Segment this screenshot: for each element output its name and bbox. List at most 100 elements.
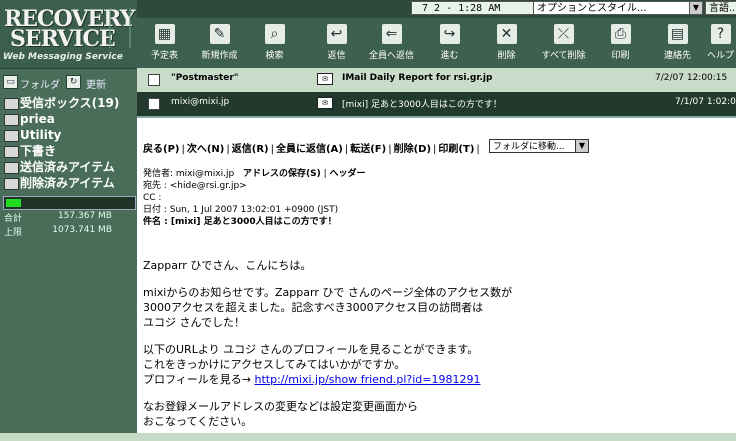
options-style-select[interactable]: オプションとスタイル... ▼: [533, 1, 703, 15]
contacts-button[interactable]: ▤ 連絡先: [650, 21, 705, 66]
quota-bar: [3, 196, 136, 210]
folder-item-inbox[interactable]: 受信ボックス(19): [0, 95, 137, 111]
toolbar-label: 進む: [440, 51, 459, 61]
message-row-selected[interactable]: mixi@mixi.jp ✉ [mixi] 足あと3000人目はこの方です！ 7…: [137, 92, 736, 118]
message-header: 発信者: mixi@mixi.jp アドレスの保存(S) | ヘッダー 宛先 :…: [143, 168, 366, 228]
reply-all-icon: ⇐: [381, 24, 402, 44]
logo: RECOVERY SERVICE Web Messaging Service: [0, 0, 137, 69]
trash-icon: [4, 178, 19, 190]
message-from: mixi@mixi.jp: [171, 97, 230, 107]
folder-item-drafts[interactable]: 下書き: [0, 143, 137, 159]
next-link[interactable]: 次へ(N): [187, 144, 225, 155]
body-line: おこなってください。: [143, 415, 253, 428]
body-line: 以下のURLより ユコジ さんのプロフィールを見ることができます。: [143, 343, 479, 356]
print-link[interactable]: 印刷(T): [438, 144, 474, 155]
refresh-button[interactable]: 更新: [86, 76, 106, 91]
body-greeting: Zapparr ひでさん、こんにちは。: [143, 259, 312, 272]
help-icon: ?: [710, 24, 731, 44]
folder-list: 受信ボックス(19) priea Utility 下書き 送信済みアイテム 削除…: [0, 95, 137, 191]
refresh-icon[interactable]: ↻: [66, 75, 81, 89]
move-to-folder-select[interactable]: フォルダに移動... ▼: [489, 139, 589, 153]
save-address-link[interactable]: アドレスの保存(S): [243, 169, 321, 179]
header-link[interactable]: ヘッダー: [330, 169, 366, 179]
language-button[interactable]: 言語...: [705, 1, 736, 15]
folder-item-label: Utility: [20, 128, 62, 142]
message-date: 7/2/07 12:00:15: [655, 73, 728, 83]
draft-icon: [4, 146, 19, 158]
delete-all-icon: ⤫: [553, 24, 574, 44]
main-toolbar: ▦ 予定表 ✎ 新規作成 ⌕ 検索 ↩ 返信 ⇐ 全員へ返信 ↪ 進む ✕ 削除…: [137, 18, 736, 69]
chevron-down-icon[interactable]: ▼: [575, 140, 588, 152]
delete-link[interactable]: 削除(D): [394, 144, 431, 155]
quota-limit-value: 1073.741 MB: [52, 225, 112, 235]
body-line: プロフィールを見る→: [143, 373, 255, 386]
body-line: これをきっかけにアクセスしてみてはいかがですか。: [143, 358, 406, 371]
header-from-row: 発信者: mixi@mixi.jp アドレスの保存(S) | ヘッダー: [143, 169, 366, 179]
toolbar-label: 全員へ返信: [368, 51, 414, 61]
message-checkbox[interactable]: [148, 74, 160, 86]
profile-link[interactable]: http://mixi.jp/show friend.pl?id=1981291: [255, 373, 481, 386]
quota-total: 合計 157.367 MB: [4, 211, 132, 225]
folder-item-sent[interactable]: 送信済みアイテム: [0, 159, 137, 175]
new-mail-button[interactable]: ✎ 新規作成: [192, 21, 247, 66]
left-pane: RECOVERY SERVICE Web Messaging Service ▭…: [0, 0, 137, 433]
reply-link[interactable]: 返信(R): [232, 144, 269, 155]
options-style-value: オプションとスタイル...: [537, 3, 647, 14]
toolbar-label: 返信: [327, 51, 346, 61]
inbox-folder-icon: [4, 98, 19, 110]
reply-button[interactable]: ↩ 返信: [309, 21, 364, 66]
folder-item-utility[interactable]: Utility: [0, 127, 137, 143]
folder-icon: ▭: [3, 75, 18, 89]
folder-item-priea[interactable]: priea: [0, 111, 137, 127]
calendar-button[interactable]: ▦ 予定表: [137, 21, 192, 66]
forward-button[interactable]: ↪ 進む: [422, 21, 477, 66]
forward-icon: ↪: [439, 24, 460, 44]
message-from: "Postmaster": [171, 73, 239, 83]
quota-total-value: 157.367 MB: [57, 211, 112, 221]
contacts-icon: ▤: [667, 24, 688, 44]
message-list: "Postmaster" ✉ IMail Daily Report for rs…: [137, 68, 736, 118]
help-button[interactable]: ? ヘルプ: [705, 21, 736, 66]
message-row[interactable]: "Postmaster" ✉ IMail Daily Report for rs…: [137, 68, 736, 92]
quota-total-label: 合計: [4, 214, 23, 224]
delete-button[interactable]: ✕ 削除: [479, 21, 534, 66]
back-link[interactable]: 戻る(P): [143, 144, 179, 155]
message-date: 7/1/07 1:02:0: [675, 97, 736, 107]
print-icon: ⎙: [610, 24, 631, 44]
folder-icon: [4, 130, 19, 142]
reply-all-button[interactable]: ⇐ 全員へ返信: [364, 21, 419, 66]
clock-display: 7 2 - 1:28 AM: [411, 1, 537, 15]
body-line: ユコジ さんでした！: [143, 316, 245, 329]
print-button[interactable]: ⎙ 印刷: [593, 21, 648, 66]
logo-line2: SERVICE: [10, 26, 116, 52]
toolbar-label: 連絡先: [663, 51, 691, 61]
sent-icon: [4, 162, 19, 174]
search-button[interactable]: ⌕ 検索: [247, 21, 302, 66]
forward-link[interactable]: 転送(F): [350, 144, 386, 155]
folder-item-label: 削除済みアイテム: [20, 176, 115, 190]
message-checkbox[interactable]: [148, 98, 160, 110]
toolbar-label: ヘルプ: [706, 51, 734, 61]
header-from: 発信者: mixi@mixi.jp: [143, 169, 235, 179]
body-line: なお登録メールアドレスの変更などは設定変更画面から: [143, 400, 418, 413]
header-to: 宛先 : <hide@rsi.gr.jp>: [143, 181, 247, 191]
toolbar-label: 予定表: [150, 51, 178, 61]
folder-item-label: priea: [20, 112, 55, 126]
chevron-down-icon[interactable]: ▼: [689, 2, 702, 14]
body-paragraph: 以下のURLより ユコジ さんのプロフィールを見ることができます。 これをきっか…: [143, 342, 703, 387]
folder-item-trash[interactable]: 削除済みアイテム: [0, 175, 137, 191]
folder-item-label: 下書き: [20, 144, 57, 158]
folder-bar: ▭ フォルダ ↻ 更新: [0, 72, 137, 94]
toolbar-label: 検索: [265, 51, 284, 61]
reply-all-link[interactable]: 全員に返信(A): [276, 144, 343, 155]
new-mail-icon: ✎: [209, 24, 230, 44]
folder-icon: [4, 114, 19, 126]
message-subject[interactable]: IMail Daily Report for rsi.gr.jp: [342, 73, 492, 83]
reply-icon: ↩: [326, 24, 347, 44]
delete-all-button[interactable]: ⤫ すべて削除: [536, 21, 591, 66]
open-envelope-icon: ✉: [317, 97, 333, 109]
header-subject: 件名 : [mixi] 足あと3000人目はこの方です！: [143, 217, 337, 227]
logo-tagline: Web Messaging Service: [3, 52, 123, 62]
message-subject[interactable]: [mixi] 足あと3000人目はこの方です！: [342, 97, 502, 110]
search-icon: ⌕: [264, 24, 285, 44]
